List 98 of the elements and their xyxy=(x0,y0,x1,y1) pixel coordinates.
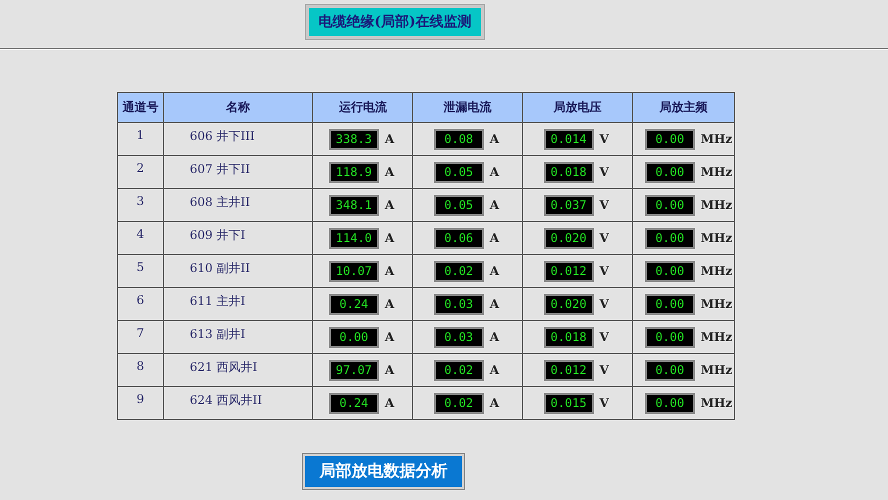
column-header: 泄漏电流 xyxy=(444,100,492,114)
digital-readout: 0.08 xyxy=(434,128,484,150)
unit-label: V xyxy=(600,165,610,179)
digital-readout: 0.06 xyxy=(434,228,484,248)
channel-name: 606 井下III xyxy=(190,129,255,143)
channel-name: 608 主井II xyxy=(190,195,250,209)
digital-readout: 0.015 xyxy=(544,392,594,414)
digital-readout: 0.03 xyxy=(434,294,484,314)
unit-label: MHz xyxy=(700,264,732,278)
digital-readout: 0.03 xyxy=(434,326,484,348)
digital-readout: 0.014 xyxy=(544,128,594,150)
channel-number: 2 xyxy=(136,161,144,175)
unit-label: V xyxy=(600,330,610,344)
unit-label: A xyxy=(384,165,396,179)
unit-label: A xyxy=(490,132,500,146)
digital-readout: 0.24 xyxy=(328,294,379,314)
digital-readout: 0.00 xyxy=(644,260,695,282)
digital-readout: 0.00 xyxy=(644,128,695,150)
unit-label: MHz xyxy=(700,198,732,212)
digital-readout: 0.020 xyxy=(544,228,594,248)
unit-label: A xyxy=(490,330,500,344)
unit-label: MHz xyxy=(700,363,732,377)
channel-number: 6 xyxy=(136,293,144,307)
unit-label: MHz xyxy=(700,132,732,146)
unit-label: V xyxy=(600,198,610,212)
digital-readout: 10.07 xyxy=(328,260,379,282)
digital-readout: 0.00 xyxy=(644,360,695,380)
digital-readout: 0.02 xyxy=(434,260,484,282)
analysis-button[interactable]: 局部放电数据分析 xyxy=(303,454,464,489)
unit-label: A xyxy=(490,396,500,410)
unit-label: MHz xyxy=(700,396,732,410)
unit-label: MHz xyxy=(700,330,732,344)
channel-number: 1 xyxy=(136,128,144,142)
channel-number: 9 xyxy=(136,392,144,406)
page-title: 电缆绝缘(局部)在线监测 xyxy=(306,5,484,39)
channel-number: 8 xyxy=(136,359,144,373)
digital-readout: 0.05 xyxy=(434,194,484,216)
channel-name: 609 井下I xyxy=(190,228,246,242)
channel-name: 613 副井I xyxy=(190,327,246,341)
unit-label: MHz xyxy=(700,231,732,245)
channel-number: 5 xyxy=(136,260,144,274)
unit-label: MHz xyxy=(700,297,732,311)
digital-readout: 0.00 xyxy=(644,392,695,414)
unit-label: V xyxy=(600,297,610,311)
unit-label: A xyxy=(384,330,396,344)
digital-readout: 0.00 xyxy=(644,162,695,182)
unit-label: V xyxy=(600,231,610,245)
column-header: 局放主频 xyxy=(659,100,708,114)
digital-readout: 0.00 xyxy=(328,326,379,348)
unit-label: A xyxy=(384,264,396,278)
digital-readout: 0.02 xyxy=(434,360,484,380)
digital-readout: 0.018 xyxy=(544,326,594,348)
unit-label: A xyxy=(384,363,396,377)
channel-number: 4 xyxy=(136,227,144,241)
digital-readout: 118.9 xyxy=(328,162,379,182)
column-header: 通道号 xyxy=(122,100,158,114)
digital-readout: 0.00 xyxy=(644,228,695,248)
column-header: 名称 xyxy=(226,100,250,114)
unit-label: A xyxy=(384,132,396,146)
unit-label: MHz xyxy=(700,165,732,179)
digital-readout: 348.1 xyxy=(328,194,379,216)
column-header: 局放电压 xyxy=(554,100,602,114)
digital-readout: 0.020 xyxy=(544,294,594,314)
channel-name: 607 井下II xyxy=(190,162,250,176)
channel-number: 7 xyxy=(136,326,144,340)
digital-readout: 114.0 xyxy=(328,228,379,248)
digital-readout: 0.00 xyxy=(644,294,695,314)
channel-name: 611 主井I xyxy=(190,294,246,308)
unit-label: A xyxy=(384,231,396,245)
digital-readout: 0.012 xyxy=(544,260,594,282)
unit-label: A xyxy=(490,231,500,245)
unit-label: V xyxy=(600,396,610,410)
digital-readout: 0.05 xyxy=(434,162,484,182)
channel-name: 624 西风井II xyxy=(190,393,262,407)
unit-label: A xyxy=(384,297,396,311)
channel-number: 3 xyxy=(136,194,144,208)
unit-label: A xyxy=(490,264,500,278)
digital-readout: 97.07 xyxy=(328,360,379,380)
channel-name: 621 西风井I xyxy=(190,360,258,374)
digital-readout: 0.00 xyxy=(644,326,695,348)
digital-readout: 0.00 xyxy=(644,194,695,216)
unit-label: A xyxy=(490,198,500,212)
unit-label: A xyxy=(490,363,500,377)
unit-label: A xyxy=(384,198,396,212)
unit-label: A xyxy=(490,165,500,179)
digital-readout: 0.02 xyxy=(434,392,484,414)
column-header: 运行电流 xyxy=(338,100,387,114)
digital-readout: 0.018 xyxy=(544,162,594,182)
unit-label: V xyxy=(600,132,610,146)
unit-label: V xyxy=(600,264,610,278)
unit-label: A xyxy=(490,297,500,311)
digital-readout: 0.037 xyxy=(544,194,594,216)
unit-label: V xyxy=(600,363,610,377)
digital-readout: 338.3 xyxy=(328,128,379,150)
channel-name: 610 副井II xyxy=(190,261,250,275)
digital-readout: 0.24 xyxy=(328,392,379,414)
unit-label: A xyxy=(384,396,396,410)
digital-readout: 0.012 xyxy=(544,360,594,380)
